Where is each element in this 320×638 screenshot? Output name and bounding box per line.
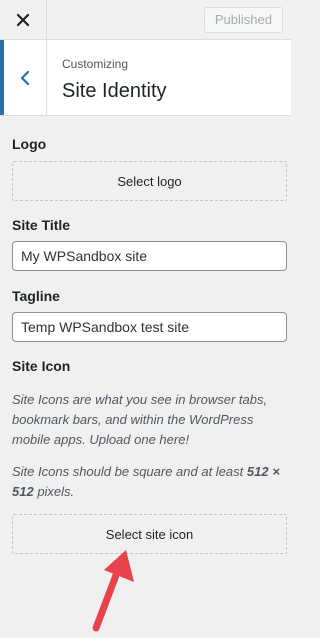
site-icon-description: Site Icons are what you see in browser t… [12,392,268,447]
site-title-label: Site Title [12,217,71,233]
tagline-input[interactable] [12,312,287,342]
annotation-arrow-icon [92,550,134,632]
back-button[interactable] [0,40,47,115]
close-button[interactable] [0,0,47,39]
customizer-topbar: Published [0,0,291,40]
select-logo-label: Select logo [117,173,182,189]
breadcrumb: Customizing [62,57,129,71]
site-icon-size-note: Site Icons should be square and at least… [12,464,280,499]
section-header: Customizing Site Identity [0,40,291,116]
site-icon-label: Site Icon [12,358,71,374]
published-button[interactable]: Published [203,7,283,33]
close-icon [17,13,29,26]
logo-label: Logo [12,136,47,152]
select-site-icon-label: Select site icon [105,526,194,542]
section-title: Site Identity [62,80,167,102]
select-logo-button[interactable]: Select logo [12,161,287,201]
tagline-label: Tagline [12,288,60,304]
select-site-icon-button[interactable]: Select site icon [12,514,287,554]
site-title-input[interactable] [12,241,287,271]
chevron-left-icon [20,70,30,85]
